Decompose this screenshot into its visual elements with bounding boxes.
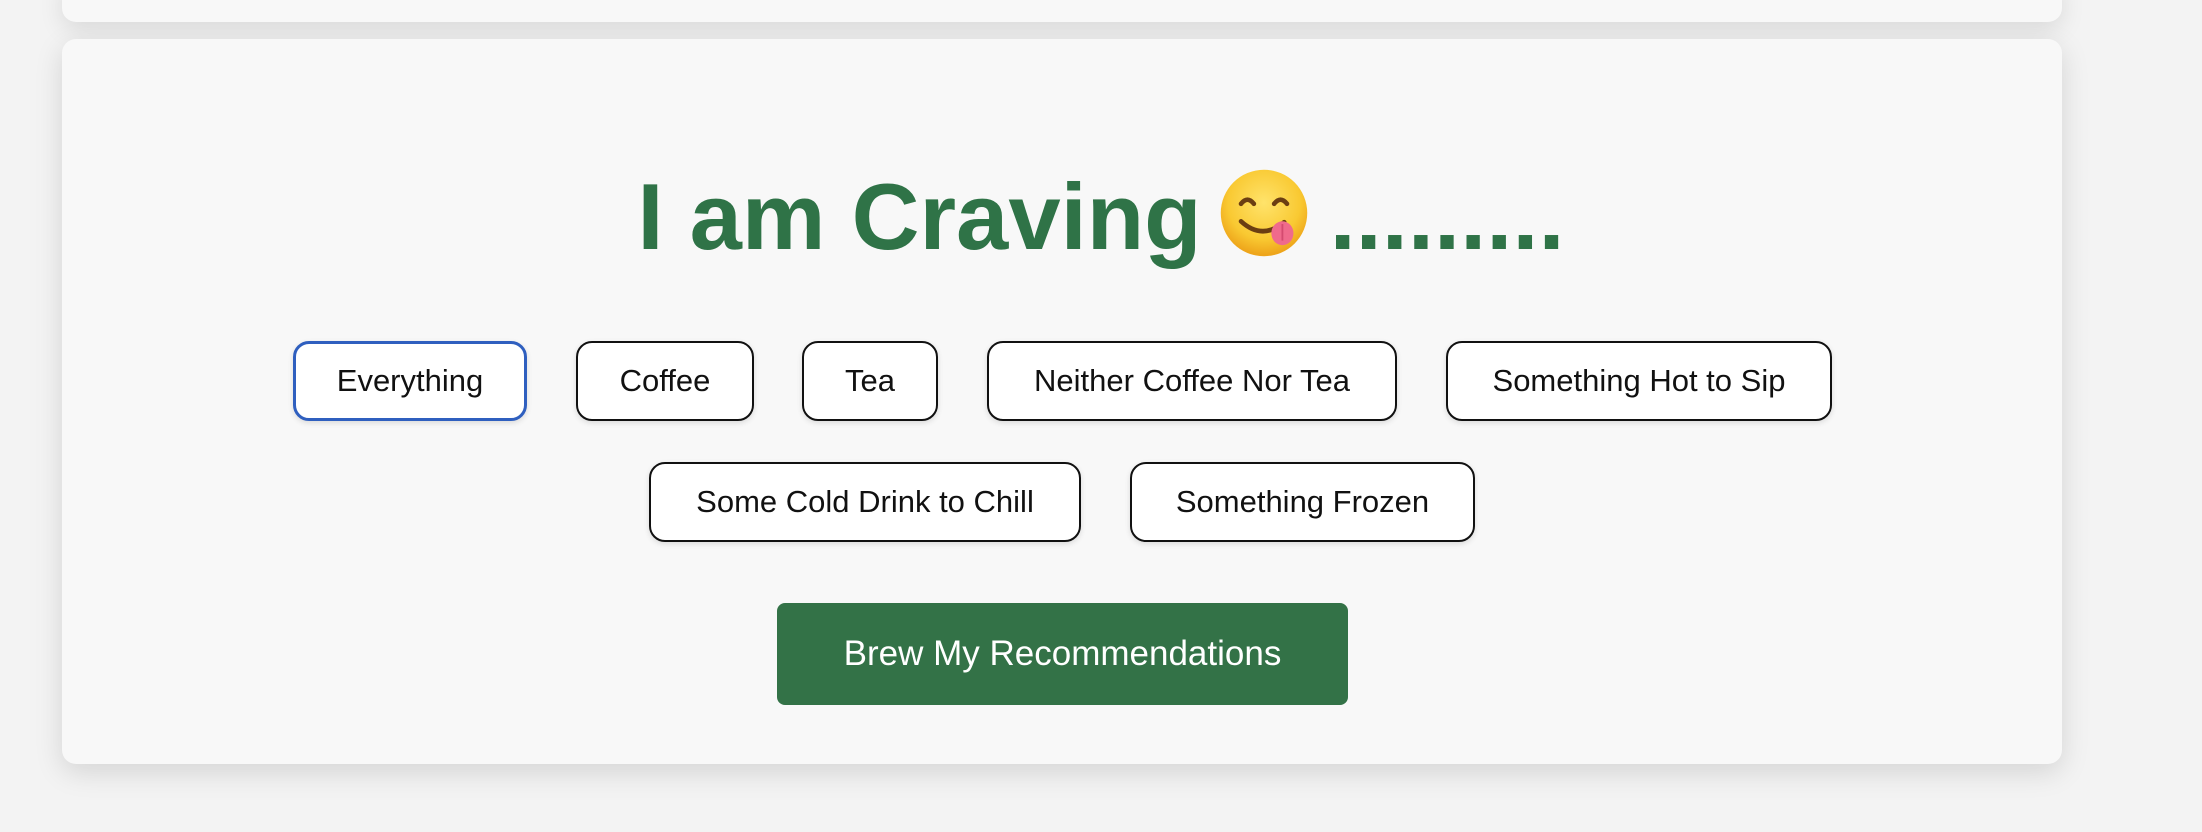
title-suffix: .........	[1329, 164, 1565, 269]
option-everything[interactable]: Everything	[293, 341, 527, 421]
previous-card	[62, 0, 2062, 22]
option-something-hot-to-sip[interactable]: Something Hot to Sip	[1446, 341, 1832, 421]
option-some-cold-drink-to-chill[interactable]: Some Cold Drink to Chill	[649, 462, 1081, 542]
option-something-frozen[interactable]: Something Frozen	[1130, 462, 1475, 542]
option-neither-coffee-nor-tea[interactable]: Neither Coffee Nor Tea	[987, 341, 1397, 421]
page-title: I am Craving .........	[0, 162, 2202, 272]
brew-recommendations-button[interactable]: Brew My Recommendations	[777, 603, 1348, 705]
option-tea[interactable]: Tea	[802, 341, 938, 421]
title-prefix: I am Craving	[637, 164, 1202, 269]
option-coffee[interactable]: Coffee	[576, 341, 754, 421]
page: I am Craving ......... Everything Coffee	[0, 0, 2202, 832]
savoring-food-face-icon	[1218, 167, 1310, 259]
